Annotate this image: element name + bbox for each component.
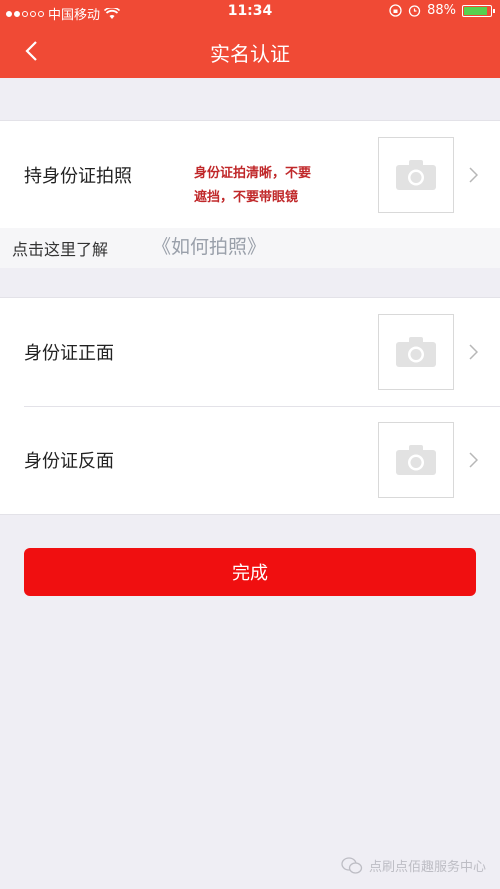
watermark: 点刷点佰趣服务中心	[341, 856, 486, 875]
photo-hint-line1: 身份证拍清晰，不要	[194, 166, 312, 181]
id-back-label: 身份证反面	[24, 451, 114, 472]
camera-icon	[396, 160, 436, 190]
holding-photo-upload[interactable]	[378, 137, 454, 213]
id-front-upload[interactable]	[378, 314, 454, 390]
battery-percent: 88%	[427, 3, 456, 18]
chevron-right-icon	[469, 167, 478, 183]
id-front-row[interactable]: 身份证正面	[0, 298, 500, 406]
status-right: 88%	[389, 3, 495, 18]
photo-hint: 身份证拍清晰，不要 遮挡，不要带眼镜	[194, 162, 311, 210]
status-bar: 中国移动 11:34 88%	[0, 0, 500, 24]
id-back-row[interactable]: 身份证反面	[0, 406, 500, 514]
done-button[interactable]: 完成	[24, 548, 476, 596]
chevron-right-icon	[469, 344, 478, 360]
page-title: 实名认证	[210, 42, 290, 66]
watermark-text: 点刷点佰趣服务中心	[368, 860, 486, 875]
id-back-upload[interactable]	[378, 422, 454, 498]
photo-hint-line2: 遮挡，不要带眼镜	[194, 190, 299, 205]
camera-icon	[396, 445, 436, 475]
holding-photo-label: 持身份证拍照	[24, 166, 132, 187]
howto-link[interactable]: 《如何拍照》	[152, 232, 266, 259]
id-card-card: 身份证正面 身份证反面	[0, 297, 500, 515]
howto-bar: 点击这里了解 《如何拍照》	[0, 228, 500, 268]
chevron-right-icon	[469, 452, 478, 468]
camera-icon	[396, 337, 436, 367]
nav-bar: 实名认证	[0, 24, 500, 78]
battery-icon	[462, 4, 495, 17]
wechat-icon	[341, 856, 363, 874]
rotation-lock-icon	[389, 4, 402, 17]
howto-lead: 点击这里了解	[12, 240, 109, 259]
alarm-icon	[408, 5, 421, 17]
id-front-label: 身份证正面	[24, 343, 114, 364]
